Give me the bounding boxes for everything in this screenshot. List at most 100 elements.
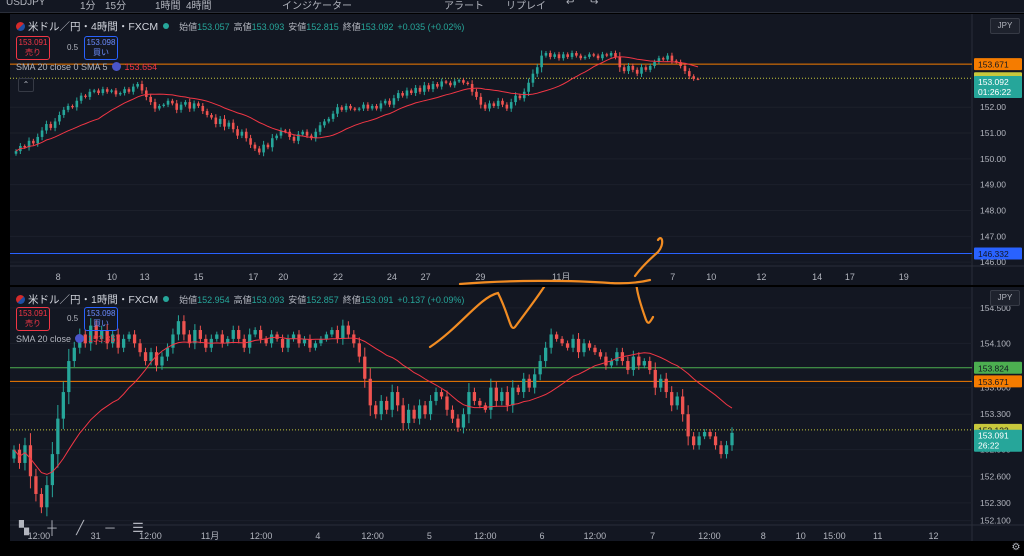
candle-body	[14, 151, 18, 154]
candle-body	[205, 111, 209, 115]
candle-body	[640, 67, 643, 74]
candle-body	[353, 108, 357, 110]
x-tick-label: 20	[278, 272, 288, 282]
sell-button-4h[interactable]: 153.091 売り	[16, 36, 50, 60]
indicator-legend-4h[interactable]: SMA 20 close 0 SMA 5 153.654	[16, 62, 157, 72]
crosshair-icon[interactable]: ┼	[42, 518, 62, 538]
candle-body	[335, 330, 340, 339]
top-toolbar: USDJPY 1分 15分 1時間 4時間 インジケーター アラート リプレイ …	[0, 0, 1024, 13]
trendline-icon[interactable]: ╱	[70, 518, 90, 538]
high-label: 高値	[233, 295, 252, 305]
tf-4h[interactable]: 4時間	[186, 0, 212, 12]
candle-body	[390, 392, 394, 410]
candle-body	[516, 387, 520, 393]
alert-button[interactable]: アラート	[444, 0, 484, 12]
candle-body	[227, 122, 231, 127]
candle-body	[396, 392, 400, 406]
fib-icon[interactable]: ☰	[128, 518, 148, 538]
candle-body	[691, 436, 696, 446]
drawing-toolbar: ▚ ┼ ╱ ─ ☰	[14, 518, 166, 540]
low-label: 安値	[288, 22, 307, 32]
x-tick-label: 12:00	[474, 531, 497, 541]
candle-body	[553, 54, 556, 57]
candle-body	[324, 334, 329, 339]
price-label: 153.824	[978, 363, 1009, 373]
candle-body	[248, 334, 252, 348]
candle-body	[423, 405, 427, 415]
buy-button-1h[interactable]: 153.098 買い	[84, 307, 118, 331]
candle-body	[609, 361, 614, 366]
cursor-icon[interactable]: ▚	[14, 518, 34, 538]
candle-body	[501, 100, 504, 105]
candle-body	[406, 409, 411, 424]
candle-body	[697, 436, 701, 446]
x-tick-label: 12	[756, 272, 766, 282]
candle-body	[184, 102, 187, 105]
candle-body	[631, 65, 635, 70]
candle-body	[160, 356, 164, 366]
candle-body	[439, 392, 444, 397]
candle-body	[258, 330, 263, 339]
candle-body	[496, 100, 500, 106]
redo-button[interactable]: ↪	[590, 0, 598, 8]
x-tick-label: 17	[248, 272, 258, 282]
y-tick-label: 150.00	[980, 154, 1006, 164]
buy-button-4h[interactable]: 153.098 買い	[84, 36, 118, 60]
candle-body	[683, 65, 687, 72]
indicator-label: SMA 20 close	[16, 334, 72, 344]
candle-body	[257, 148, 261, 153]
candle-body	[61, 392, 65, 419]
replay-button[interactable]: リプレイ	[506, 0, 546, 12]
candle-body	[237, 330, 241, 339]
candle-body	[509, 102, 513, 109]
candle-body	[670, 55, 674, 61]
chart-panel-4h[interactable]: 146.00 147.00 148.00 149.00 150.00 151.00 152.…	[10, 14, 1024, 285]
sell-button-1h[interactable]: 153.091 売り	[16, 307, 50, 331]
chart-svg-4h[interactable]: 146.00147.00148.00149.00150.00151.00152.…	[10, 14, 1024, 285]
last-price-label: 153.091	[978, 431, 1009, 441]
settings-gear-icon[interactable]: ⚙	[1010, 542, 1022, 554]
indicator-legend-1h[interactable]: SMA 20 close 153.367	[16, 334, 121, 344]
candle-body	[686, 414, 690, 437]
candle-body	[642, 361, 646, 366]
candle-body	[648, 361, 652, 370]
candle-body	[478, 400, 482, 406]
tf-1h[interactable]: 1時間	[155, 0, 181, 12]
undo-button[interactable]: ↩	[566, 0, 574, 8]
tf-15m[interactable]: 15分	[105, 0, 126, 12]
x-tick-label: 11月	[201, 531, 219, 541]
candle-body	[661, 58, 665, 60]
chart-svg-1h[interactable]: 152.100152.300152.600152.900153.300153.6…	[10, 287, 1024, 541]
x-tick-label: 12:00	[584, 531, 607, 541]
candle-body	[401, 405, 405, 424]
candle-body	[253, 144, 257, 149]
candle-body	[127, 89, 131, 92]
candle-body	[67, 361, 71, 393]
candle-body	[56, 418, 60, 455]
candle-body	[331, 113, 335, 119]
candle-body	[724, 445, 729, 455]
candle-body	[601, 54, 604, 59]
chart-panel-1h[interactable]: 152.100152.300152.600152.900153.300153.6…	[10, 287, 1024, 541]
tf-1m[interactable]: 1分	[80, 0, 96, 12]
candle-body	[264, 338, 268, 344]
candle-body	[518, 95, 522, 99]
horizontal-line-icon[interactable]: ─	[100, 518, 120, 538]
candle-body	[653, 369, 657, 388]
x-tick-label: 5	[427, 531, 432, 541]
candle-body	[379, 400, 383, 415]
candle-body	[531, 73, 535, 83]
indicators-button[interactable]: インジケーター	[282, 0, 352, 12]
candle-body	[483, 104, 487, 109]
currency-button-4h[interactable]: JPY	[990, 18, 1020, 34]
candle-body	[549, 334, 553, 348]
candle-body	[664, 378, 668, 393]
currency-button-1h[interactable]: JPY	[990, 290, 1020, 306]
symbol-search[interactable]: USDJPY	[6, 0, 45, 8]
candle-body	[444, 81, 448, 83]
candle-body	[653, 62, 656, 66]
candle-body	[511, 387, 515, 406]
candle-body	[182, 321, 186, 335]
collapse-legend-button[interactable]: ⌃	[18, 78, 34, 92]
candle-body	[136, 84, 139, 87]
